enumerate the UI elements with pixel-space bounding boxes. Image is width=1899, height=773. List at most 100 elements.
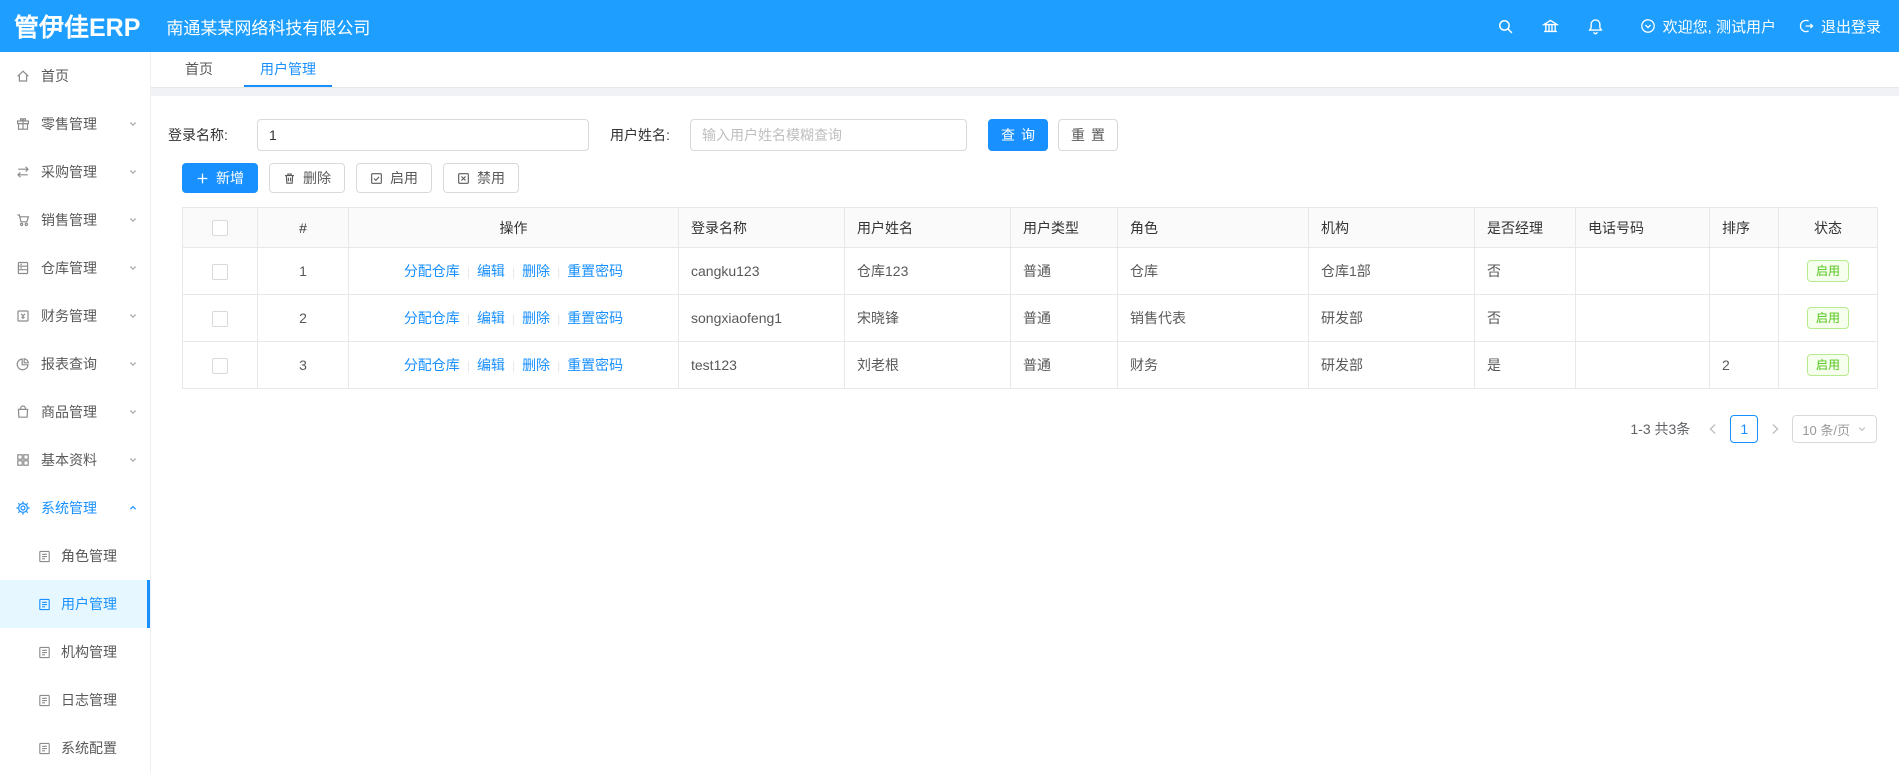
add-button-label: 新增 xyxy=(216,170,244,186)
sidebar-item-label: 零售管理 xyxy=(41,116,97,132)
enable-button[interactable]: 启用 xyxy=(356,163,432,193)
user-menu[interactable]: 欢迎您, 测试用户 xyxy=(1640,16,1776,37)
user-name-input[interactable] xyxy=(690,119,967,151)
sidebar-item-retail[interactable]: 零售管理 xyxy=(0,100,150,148)
logout-button[interactable]: 退出登录 xyxy=(1798,16,1881,37)
bell-icon[interactable] xyxy=(1573,18,1618,35)
next-page-button[interactable] xyxy=(1766,423,1784,435)
tab-home[interactable]: 首页 xyxy=(169,52,229,87)
assign-warehouse-link[interactable]: 分配仓库 xyxy=(404,357,460,373)
gift-icon xyxy=(15,116,31,132)
delete-button-label: 删除 xyxy=(303,170,331,186)
swap-icon xyxy=(15,164,31,180)
cell-org: 仓库1部 xyxy=(1308,247,1475,295)
disable-button-label: 禁用 xyxy=(477,170,505,186)
search-icon[interactable] xyxy=(1483,18,1528,35)
reset-button[interactable]: 重置 xyxy=(1058,119,1118,151)
edit-link[interactable]: 编辑 xyxy=(477,357,505,373)
delete-link[interactable]: 删除 xyxy=(522,263,550,279)
close-square-icon xyxy=(457,172,470,185)
row-actions: 分配仓库 编辑 删除 重置密码 xyxy=(348,341,679,389)
divider xyxy=(557,265,560,279)
sidebar-item-label: 首页 xyxy=(41,68,69,84)
sidebar-item-system[interactable]: 系统管理 xyxy=(0,484,150,532)
reset-password-link[interactable]: 重置密码 xyxy=(567,310,623,326)
enable-button-label: 启用 xyxy=(390,170,418,186)
chevron-down-icon xyxy=(1857,424,1867,434)
divider xyxy=(557,312,560,326)
row-checkbox[interactable] xyxy=(212,357,228,374)
cell-is-manager: 否 xyxy=(1474,247,1576,295)
select-all-checkbox[interactable] xyxy=(212,220,228,237)
table-row: 3 分配仓库 编辑 删除 重置密码 test123 刘老根 普通 财务 研发部 是 2 xyxy=(182,341,1878,389)
doc-icon xyxy=(37,693,52,708)
pagination-summary: 1-3 共3条 xyxy=(1630,421,1691,437)
chevron-down-icon xyxy=(128,311,138,321)
col-is-manager: 是否经理 xyxy=(1474,207,1576,248)
col-user-name: 用户姓名 xyxy=(844,207,1011,248)
prev-page-button[interactable] xyxy=(1704,423,1722,435)
sidebar-item-log-management[interactable]: 日志管理 xyxy=(0,676,150,724)
row-checkbox[interactable] xyxy=(212,310,228,327)
reset-password-link[interactable]: 重置密码 xyxy=(567,263,623,279)
search-form: 登录名称: 用户姓名: 查询 重置 xyxy=(168,119,1899,151)
row-checkbox[interactable] xyxy=(212,263,228,280)
sidebar-item-org-management[interactable]: 机构管理 xyxy=(0,628,150,676)
sidebar-item-basic-data[interactable]: 基本资料 xyxy=(0,436,150,484)
sidebar-item-label: 基本资料 xyxy=(41,452,97,468)
sidebar-item-reports[interactable]: 报表查询 xyxy=(0,340,150,388)
cell-sort: 2 xyxy=(1709,341,1779,389)
sidebar-item-purchase[interactable]: 采购管理 xyxy=(0,148,150,196)
cell-user-type: 普通 xyxy=(1010,341,1118,389)
delete-link[interactable]: 删除 xyxy=(522,357,550,373)
check-square-icon xyxy=(370,172,383,185)
login-name-label: 登录名称: xyxy=(168,127,228,143)
sidebar-item-label: 报表查询 xyxy=(41,356,97,372)
sidebar-item-label: 销售管理 xyxy=(41,212,97,228)
page-size-select[interactable]: 10 条/页 xyxy=(1792,415,1877,443)
down-circle-icon xyxy=(1640,18,1656,34)
sidebar-item-goods[interactable]: 商品管理 xyxy=(0,388,150,436)
reset-password-link[interactable]: 重置密码 xyxy=(567,357,623,373)
edit-link[interactable]: 编辑 xyxy=(477,263,505,279)
sidebar-item-label: 财务管理 xyxy=(41,308,97,324)
search-button[interactable]: 查询 xyxy=(988,119,1048,151)
doc-icon xyxy=(37,645,52,660)
sidebar-item-user-management[interactable]: 用户管理 xyxy=(0,580,150,628)
delete-button[interactable]: 删除 xyxy=(269,163,345,193)
page-1-button[interactable]: 1 xyxy=(1730,415,1759,443)
bank-icon[interactable] xyxy=(1528,18,1573,35)
sidebar: 首页 零售管理 采购管理 销售管理 仓库管理 财务管理 报表查询 商品管理 基本… xyxy=(0,52,151,773)
sidebar-item-role-management[interactable]: 角色管理 xyxy=(0,532,150,580)
welcome-text: 欢迎您, 测试用户 xyxy=(1662,18,1776,36)
col-index: # xyxy=(257,207,349,248)
plus-icon xyxy=(196,172,209,185)
login-name-input[interactable] xyxy=(257,119,589,151)
cell-phone xyxy=(1575,294,1710,342)
chevron-up-icon xyxy=(128,503,138,513)
sidebar-item-home[interactable]: 首页 xyxy=(0,52,150,100)
disable-button[interactable]: 禁用 xyxy=(443,163,519,193)
chevron-down-icon xyxy=(128,359,138,369)
logout-text: 退出登录 xyxy=(1820,18,1881,36)
cell-login-name: songxiaofeng1 xyxy=(678,294,845,342)
tab-user-management[interactable]: 用户管理 xyxy=(244,52,332,87)
user-name-label: 用户姓名: xyxy=(610,127,670,143)
pagination: 1-3 共3条 1 10 条/页 xyxy=(151,415,1877,443)
delete-link[interactable]: 删除 xyxy=(522,310,550,326)
add-button[interactable]: 新增 xyxy=(182,163,258,193)
assign-warehouse-link[interactable]: 分配仓库 xyxy=(404,310,460,326)
col-status: 状态 xyxy=(1778,207,1878,248)
top-header: 管伊佳ERP 南通某某网络科技有限公司 欢迎您, 测试用户 退出登录 xyxy=(0,0,1899,52)
divider xyxy=(467,359,470,373)
sidebar-item-warehouse[interactable]: 仓库管理 xyxy=(0,244,150,292)
row-index: 3 xyxy=(257,341,349,389)
sidebar-item-finance[interactable]: 财务管理 xyxy=(0,292,150,340)
cell-is-manager: 否 xyxy=(1474,294,1576,342)
sidebar-item-system-config[interactable]: 系统配置 xyxy=(0,724,150,772)
sidebar-item-sales[interactable]: 销售管理 xyxy=(0,196,150,244)
edit-link[interactable]: 编辑 xyxy=(477,310,505,326)
assign-warehouse-link[interactable]: 分配仓库 xyxy=(404,263,460,279)
cell-role: 仓库 xyxy=(1117,247,1309,295)
logout-icon xyxy=(1798,18,1814,34)
